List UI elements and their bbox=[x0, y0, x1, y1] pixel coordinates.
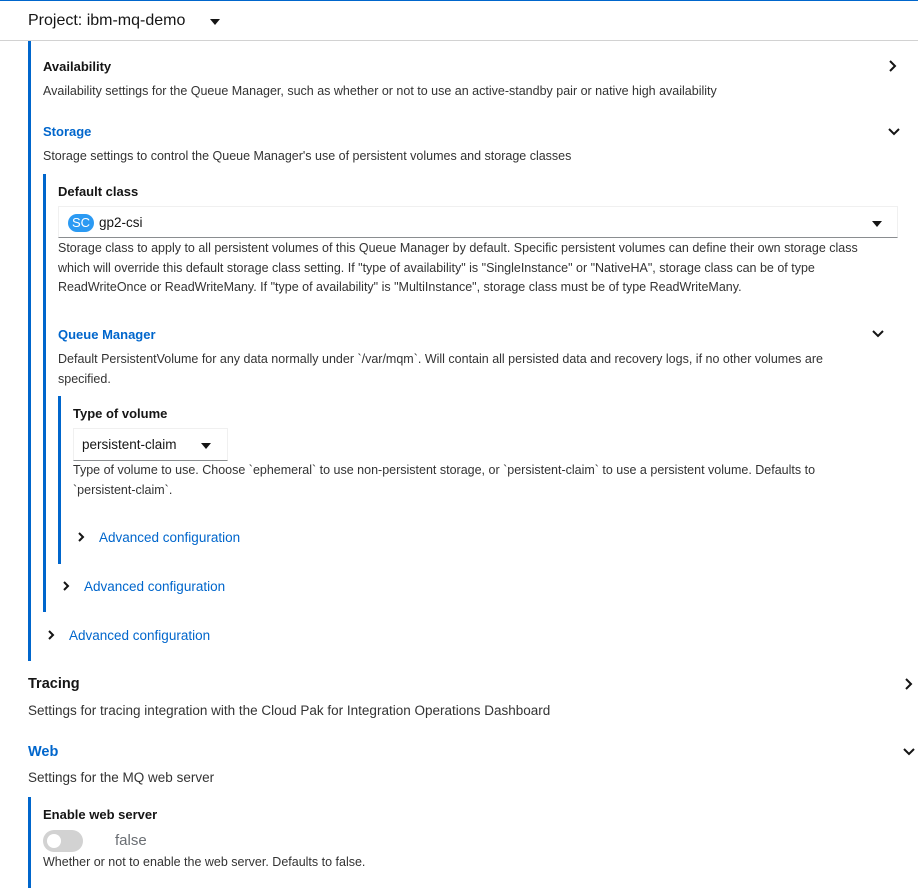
caret-down-icon[interactable] bbox=[210, 19, 220, 25]
help-line: Storage class to apply to all persistent… bbox=[58, 241, 858, 255]
type-of-volume-help: Type of volume to use. Choose `ephemeral… bbox=[73, 461, 815, 500]
help-line: which will override this default storage… bbox=[58, 260, 815, 275]
queue-manager-description: Default PersistentVolume for any data no… bbox=[58, 350, 823, 389]
enable-web-server-help: Whether or not to enable the web server.… bbox=[43, 855, 366, 869]
tracing-title[interactable]: Tracing bbox=[28, 676, 80, 692]
chevron-right-icon[interactable] bbox=[902, 677, 916, 691]
caret-down-icon bbox=[201, 443, 211, 449]
help-line: `persistent-claim`. bbox=[73, 482, 173, 497]
project-bar: Project: ibm-mq-demo bbox=[0, 0, 918, 41]
description-line: specified. bbox=[58, 371, 111, 386]
page: Project: ibm-mq-demo Availability Availa… bbox=[0, 0, 918, 888]
tracing-description: Settings for tracing integration with th… bbox=[28, 703, 551, 718]
type-of-volume-select[interactable]: persistent-claim bbox=[73, 428, 228, 461]
chevron-down-icon[interactable] bbox=[871, 327, 885, 341]
enable-web-server-label: Enable web server bbox=[43, 807, 158, 822]
storage-title[interactable]: Storage bbox=[43, 124, 91, 139]
chevron-right-icon[interactable] bbox=[45, 629, 57, 641]
availability-title[interactable]: Availability bbox=[43, 59, 111, 74]
chevron-down-icon[interactable] bbox=[902, 745, 916, 759]
enable-web-server-value: false bbox=[115, 832, 147, 849]
default-class-value: gp2-csi bbox=[99, 215, 143, 230]
description-line: Default PersistentVolume for any data no… bbox=[58, 352, 823, 366]
web-description: Settings for the MQ web server bbox=[28, 770, 215, 785]
type-of-volume-value: persistent-claim bbox=[82, 437, 177, 452]
availability-description: Availability settings for the Queue Mana… bbox=[43, 84, 717, 98]
help-line: ReadWriteOnce or ReadWriteMany. If "type… bbox=[58, 280, 742, 294]
chevron-down-icon[interactable] bbox=[887, 125, 901, 139]
type-of-volume-label: Type of volume bbox=[73, 406, 168, 421]
help-line: Type of volume to use. Choose `ephemeral… bbox=[73, 463, 816, 477]
enable-web-server-toggle[interactable] bbox=[43, 830, 83, 852]
web-title[interactable]: Web bbox=[28, 744, 58, 760]
default-class-help: Storage class to apply to all persistent… bbox=[58, 239, 858, 298]
storage-section-border bbox=[43, 174, 46, 612]
queue-manager-title[interactable]: Queue Manager bbox=[58, 327, 156, 342]
chevron-right-icon[interactable] bbox=[886, 59, 900, 73]
toggle-knob bbox=[47, 834, 61, 848]
storage-class-badge: SC bbox=[68, 214, 94, 232]
queue-manager-section-border bbox=[58, 396, 61, 564]
default-class-label: Default class bbox=[58, 184, 139, 199]
advanced-configuration-link-queue-manager[interactable]: Advanced configuration bbox=[84, 579, 225, 594]
web-section-border bbox=[28, 797, 31, 888]
advanced-section-border bbox=[28, 41, 31, 661]
chevron-right-icon[interactable] bbox=[60, 580, 72, 592]
caret-down-icon bbox=[872, 221, 882, 227]
storage-description: Storage settings to control the Queue Ma… bbox=[43, 149, 572, 163]
chevron-right-icon[interactable] bbox=[75, 531, 87, 543]
advanced-configuration-link-storage[interactable]: Advanced configuration bbox=[69, 628, 210, 643]
advanced-configuration-link-volume[interactable]: Advanced configuration bbox=[99, 530, 240, 545]
default-class-select[interactable]: SC gp2-csi bbox=[58, 206, 898, 238]
project-selector-label[interactable]: Project: ibm-mq-demo bbox=[28, 12, 185, 30]
